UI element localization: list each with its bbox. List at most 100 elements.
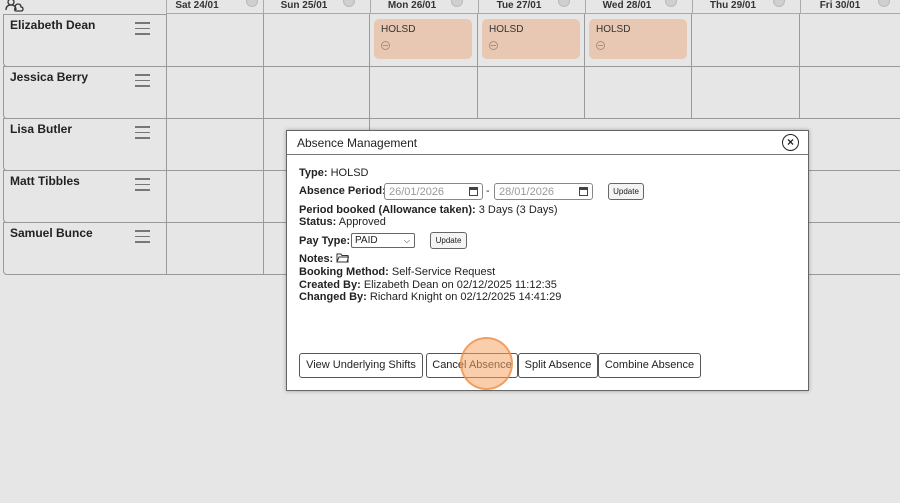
day-info-icon[interactable] xyxy=(558,0,570,7)
day-label: Thu 29/01 xyxy=(709,0,757,11)
day-cell[interactable] xyxy=(692,66,800,119)
type-label: Type: xyxy=(299,167,328,179)
day-cell[interactable] xyxy=(264,14,370,67)
employee-name: Jessica Berry xyxy=(10,70,89,84)
day-header-fri: Fri 30/01 xyxy=(800,0,900,14)
cancel-absence-button[interactable]: Cancel Absence xyxy=(426,353,518,378)
day-header-sat: Sat 24/01 xyxy=(166,0,273,14)
employee-row: Elizabeth Dean HOLSD HOLSD HOLSD xyxy=(3,14,900,67)
start-date-input[interactable]: 26/01/2026 xyxy=(384,183,483,200)
day-header-sun: Sun 25/01 xyxy=(263,0,370,14)
end-date-value: 28/01/2026 xyxy=(499,186,555,198)
type-value: HOLSD xyxy=(330,167,369,179)
day-info-icon[interactable] xyxy=(246,0,258,7)
day-cell[interactable] xyxy=(167,66,264,119)
employee-row: Jessica Berry xyxy=(3,66,900,119)
day-header-mon: Mon 26/01 xyxy=(370,0,478,14)
employee-name-cell: Jessica Berry xyxy=(3,66,167,119)
menu-icon[interactable] xyxy=(135,178,150,191)
menu-icon[interactable] xyxy=(135,230,150,243)
day-info-icon[interactable] xyxy=(343,0,355,7)
booked-label: Period booked (Allowance taken): xyxy=(299,204,476,216)
employee-name-cell: Lisa Butler xyxy=(3,118,167,171)
day-label: Sat 24/01 xyxy=(175,0,219,11)
day-cell[interactable] xyxy=(167,170,264,223)
employee-name: Elizabeth Dean xyxy=(10,18,96,32)
day-cell[interactable] xyxy=(264,66,370,119)
day-info-icon[interactable] xyxy=(773,0,785,7)
period-label-text: Absence Period: xyxy=(299,185,386,197)
day-info-icon[interactable] xyxy=(665,0,677,7)
day-label: Mon 26/01 xyxy=(387,0,437,11)
day-cell[interactable] xyxy=(585,66,692,119)
shift-code: HOLSD xyxy=(381,24,416,35)
employee-name: Lisa Butler xyxy=(10,122,73,136)
day-cell[interactable] xyxy=(800,118,900,171)
shift-block[interactable]: HOLSD xyxy=(589,19,687,59)
minus-circle-icon[interactable] xyxy=(489,41,498,50)
day-cell[interactable] xyxy=(167,222,264,275)
day-header-wed: Wed 28/01 xyxy=(585,0,692,14)
minus-circle-icon[interactable] xyxy=(381,41,390,50)
shift-block[interactable]: HOLSD xyxy=(482,19,580,59)
day-cell[interactable] xyxy=(800,14,900,67)
day-cell[interactable] xyxy=(167,14,264,67)
created-by-value: Elizabeth Dean on 02/12/2025 11:12:35 xyxy=(363,279,557,291)
booked-value: 3 Days (3 Days) xyxy=(478,204,558,216)
day-cell[interactable] xyxy=(800,66,900,119)
day-cell[interactable]: HOLSD xyxy=(478,14,585,67)
team-cloud-icon[interactable] xyxy=(4,0,24,12)
update-period-button[interactable]: Update xyxy=(608,183,644,200)
update-pay-type-button[interactable]: Update xyxy=(430,232,467,249)
calendar-icon[interactable] xyxy=(579,187,588,196)
day-cell[interactable] xyxy=(167,118,264,171)
end-date-input[interactable]: 28/01/2026 xyxy=(494,183,593,200)
notes-line: Notes: xyxy=(299,253,350,265)
day-label: Fri 30/01 xyxy=(819,0,861,11)
booking-method-label: Booking Method: xyxy=(299,266,389,278)
day-cell[interactable]: HOLSD xyxy=(585,14,692,67)
changed-by-value: Richard Knight on 02/12/2025 14:41:29 xyxy=(369,291,562,303)
dialog-title-bar: Absence Management × xyxy=(287,131,808,155)
start-date-value: 26/01/2026 xyxy=(389,186,445,198)
day-info-icon[interactable] xyxy=(451,0,463,7)
pay-type-select[interactable]: PAID ⌵ xyxy=(351,233,415,248)
shift-code: HOLSD xyxy=(596,24,631,35)
employee-name: Matt Tibbles xyxy=(10,174,80,188)
date-separator: - xyxy=(486,185,490,197)
booking-method-line: Booking Method: Self-Service Request xyxy=(299,266,495,278)
menu-icon[interactable] xyxy=(135,74,150,87)
employee-name-cell: Samuel Bunce xyxy=(3,222,167,275)
status-label: Status: xyxy=(299,216,337,228)
menu-icon[interactable] xyxy=(135,22,150,35)
pay-type-label-text: Pay Type: xyxy=(299,235,351,247)
changed-by-line: Changed By: Richard Knight on 02/12/2025… xyxy=(299,291,561,303)
employee-name-cell: Elizabeth Dean xyxy=(3,14,167,67)
view-underlying-shifts-button[interactable]: View Underlying Shifts xyxy=(299,353,423,378)
day-cell[interactable] xyxy=(370,66,478,119)
day-cell[interactable]: HOLSD xyxy=(370,14,478,67)
pay-type-value: PAID xyxy=(355,235,378,246)
booking-method-value: Self-Service Request xyxy=(391,266,496,278)
period-booked-line: Period booked (Allowance taken): 3 Days … xyxy=(299,204,558,216)
day-header-thu: Thu 29/01 xyxy=(692,0,800,14)
split-absence-button[interactable]: Split Absence xyxy=(518,353,598,378)
chevron-down-icon: ⌵ xyxy=(403,236,410,245)
menu-icon[interactable] xyxy=(135,126,150,139)
dialog-title: Absence Management xyxy=(297,136,418,150)
day-info-icon[interactable] xyxy=(878,0,890,7)
day-cell[interactable] xyxy=(800,222,900,275)
close-icon[interactable]: × xyxy=(782,134,799,151)
day-cell[interactable] xyxy=(692,14,800,67)
day-header-tue: Tue 27/01 xyxy=(478,0,585,14)
shift-block[interactable]: HOLSD xyxy=(374,19,472,59)
combine-absence-button[interactable]: Combine Absence xyxy=(598,353,701,378)
absence-period-label: Absence Period: xyxy=(299,185,386,197)
folder-icon[interactable] xyxy=(336,253,350,263)
changed-by-label: Changed By: xyxy=(299,291,367,303)
day-cell[interactable] xyxy=(478,66,585,119)
status-line: Status: Approved xyxy=(299,216,386,228)
day-cell[interactable] xyxy=(800,170,900,223)
minus-circle-icon[interactable] xyxy=(596,41,605,50)
calendar-icon[interactable] xyxy=(469,187,478,196)
